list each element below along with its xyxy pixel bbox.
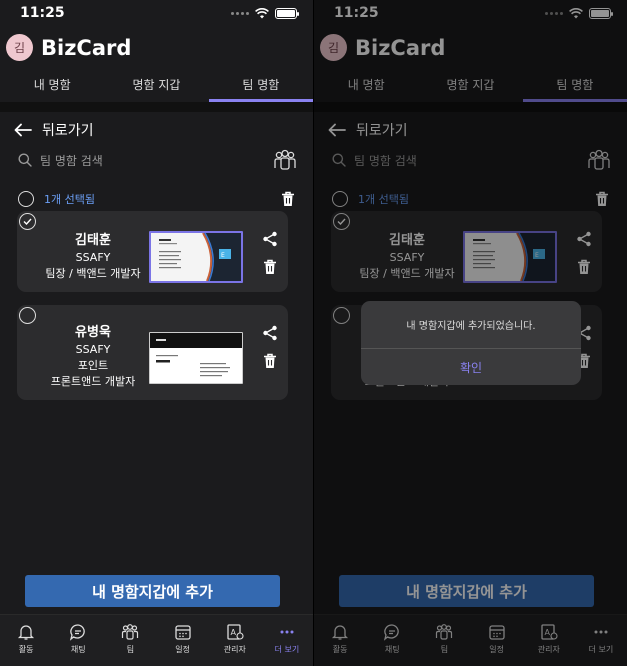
card-checkbox[interactable] [19, 307, 36, 324]
add-to-wallet-button[interactable]: 내 명함지갑에 추가 [25, 575, 280, 607]
search-icon [18, 153, 32, 167]
arrow-left-icon [14, 123, 32, 137]
status-time: 11:25 [20, 5, 65, 21]
card-info: 김태훈 SSAFY 팀장 / 백앤드 개발자 [31, 233, 155, 282]
back-button[interactable]: 뒤로가기 [14, 120, 94, 140]
nav-chat[interactable]: 채팅 [52, 615, 104, 666]
card-name: 김태훈 [75, 233, 111, 248]
signal-icon [231, 12, 249, 15]
bottom-nav: 활동 채팅 팀 일정 A 관리자 더 보기 [0, 614, 313, 666]
trash-icon[interactable] [263, 259, 277, 275]
confirmation-dialog: 내 명함지갑에 추가되었습니다. 확인 [361, 301, 581, 385]
tab-team-card[interactable]: 팀 명함 [208, 68, 313, 102]
team-card-item[interactable]: 유병욱 SSAFY 포인트 프론트앤드 개발자 [17, 305, 288, 400]
back-label: 뒤로가기 [42, 123, 94, 139]
nav-label: 관리자 [223, 645, 246, 654]
card-actions [262, 231, 278, 275]
card-role: 팀장 / 백앤드 개발자 [45, 267, 141, 280]
bell-icon [18, 625, 35, 640]
chat-icon [70, 624, 86, 641]
battery-icon [275, 8, 299, 19]
phone-screen-before: 11:25 김 BizCard 내 명함 명함 지갑 팀 명함 뒤로가기 팀 명… [0, 0, 313, 666]
avatar[interactable]: 김 [6, 34, 33, 61]
svg-text:A: A [230, 628, 236, 637]
card-name: 유병욱 [75, 325, 111, 340]
tab-my-card[interactable]: 내 명함 [0, 68, 104, 102]
nav-label: 팀 [126, 645, 135, 654]
business-card-image: E [151, 233, 241, 281]
selected-count: 1개 선택됨 [44, 193, 95, 206]
team-members-icon[interactable] [273, 149, 297, 171]
tab-divider [0, 102, 313, 112]
trash-icon[interactable] [281, 191, 295, 207]
dialog-confirm-button[interactable]: 확인 [361, 349, 581, 385]
more-icon [280, 630, 294, 634]
card-info: 유병욱 SSAFY 포인트 프론트앤드 개발자 [31, 325, 155, 390]
tab-bar: 내 명함 명함 지갑 팀 명함 [0, 68, 313, 102]
share-icon[interactable] [262, 325, 278, 341]
nav-more[interactable]: 더 보기 [261, 615, 313, 666]
status-icons [231, 8, 299, 19]
nav-admin[interactable]: A 관리자 [209, 615, 261, 666]
business-card-image [150, 333, 242, 383]
card-department: 포인트 [77, 359, 109, 372]
select-all-row: 1개 선택됨 [18, 188, 295, 210]
phone-screen-after: 11:25 김 BizCard 내 명함 명함 지갑 팀 명함 뒤로가기 팀 명… [314, 0, 627, 666]
calendar-icon [174, 625, 191, 640]
nav-label: 더 보기 [274, 645, 300, 654]
app-header: 김 BizCard [6, 34, 131, 61]
nav-label: 일정 [175, 645, 190, 654]
trash-icon[interactable] [263, 353, 277, 369]
search-placeholder[interactable]: 팀 명함 검색 [40, 152, 273, 169]
nav-activity[interactable]: 활동 [0, 615, 52, 666]
app-title: BizCard [41, 35, 132, 60]
admin-icon: A [227, 624, 244, 640]
nav-team[interactable]: 팀 [104, 615, 156, 666]
business-card-thumbnail[interactable] [149, 332, 243, 384]
nav-schedule[interactable]: 일정 [157, 615, 209, 666]
select-all-checkbox[interactable] [18, 191, 34, 207]
dialog-message: 내 명함지갑에 추가되었습니다. [361, 301, 581, 349]
card-company: SSAFY [75, 251, 111, 264]
search-bar[interactable]: 팀 명함 검색 [18, 148, 297, 172]
share-icon[interactable] [262, 231, 278, 247]
status-bar: 11:25 [0, 0, 313, 28]
card-role: 프론트앤드 개발자 [50, 375, 136, 388]
wifi-icon [255, 8, 269, 19]
nav-label: 활동 [18, 645, 34, 654]
card-checkbox-checked[interactable] [19, 213, 36, 230]
card-actions [262, 325, 278, 369]
tab-card-wallet[interactable]: 명함 지갑 [104, 68, 208, 102]
team-icon [122, 624, 139, 640]
nav-label: 채팅 [70, 645, 86, 654]
card-company: SSAFY [75, 343, 111, 356]
business-card-thumbnail[interactable]: E [149, 231, 243, 283]
svg-text:E: E [221, 252, 225, 259]
checkmark-icon [23, 218, 32, 225]
team-card-item[interactable]: 김태훈 SSAFY 팀장 / 백앤드 개발자 E [17, 211, 288, 292]
